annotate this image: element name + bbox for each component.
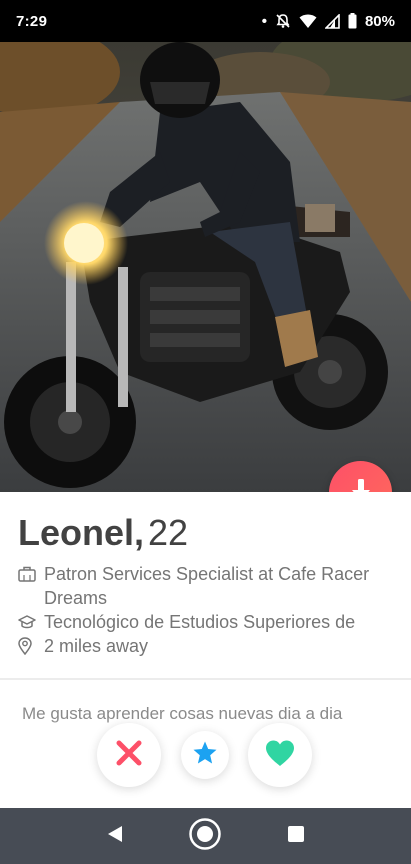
home-icon [188,817,222,856]
profile-heading: Leonel, 22 [18,512,188,554]
graduation-cap-icon [18,610,38,634]
profile-distance-text: 2 miles away [44,636,149,656]
cell-signal-icon [324,13,340,29]
notifications-off-icon [275,13,291,29]
back-button[interactable] [95,816,135,856]
recents-icon [287,825,305,848]
star-icon [192,740,218,771]
profile-info-card: Leonel, 22 Patron Services Specialist at … [0,492,411,680]
profile-name: Leonel, [18,512,145,553]
heart-icon [264,739,296,772]
battery-icon [348,13,357,29]
like-button[interactable] [248,723,312,787]
battery-percentage: 80% [364,12,395,30]
location-pin-icon [18,634,38,658]
status-icons: • 80% [262,13,395,30]
system-nav-bar [0,808,411,864]
nope-button[interactable] [97,723,161,787]
status-dot: • [261,12,267,30]
profile-photo[interactable] [0,42,411,492]
status-bar: 7:29 • 80% [0,0,411,42]
briefcase-icon [18,562,38,586]
wifi-icon [299,13,317,29]
back-icon [106,824,124,849]
home-button[interactable] [185,816,225,856]
profile-job: Patron Services Specialist at Cafe Racer… [18,562,394,610]
close-icon [115,739,143,772]
profile-job-text: Patron Services Specialist at Cafe Racer… [44,564,370,608]
status-time: 7:29 [16,12,48,30]
profile-school: Tecnológico de Estudios Superiores de [18,610,394,634]
profile-age: 22 [148,512,189,553]
profile-school-text: Tecnológico de Estudios Superiores de [44,612,356,632]
section-divider [0,678,411,680]
super-like-button[interactable] [181,731,229,779]
profile-distance: 2 miles away [18,634,394,658]
recents-button[interactable] [276,816,316,856]
